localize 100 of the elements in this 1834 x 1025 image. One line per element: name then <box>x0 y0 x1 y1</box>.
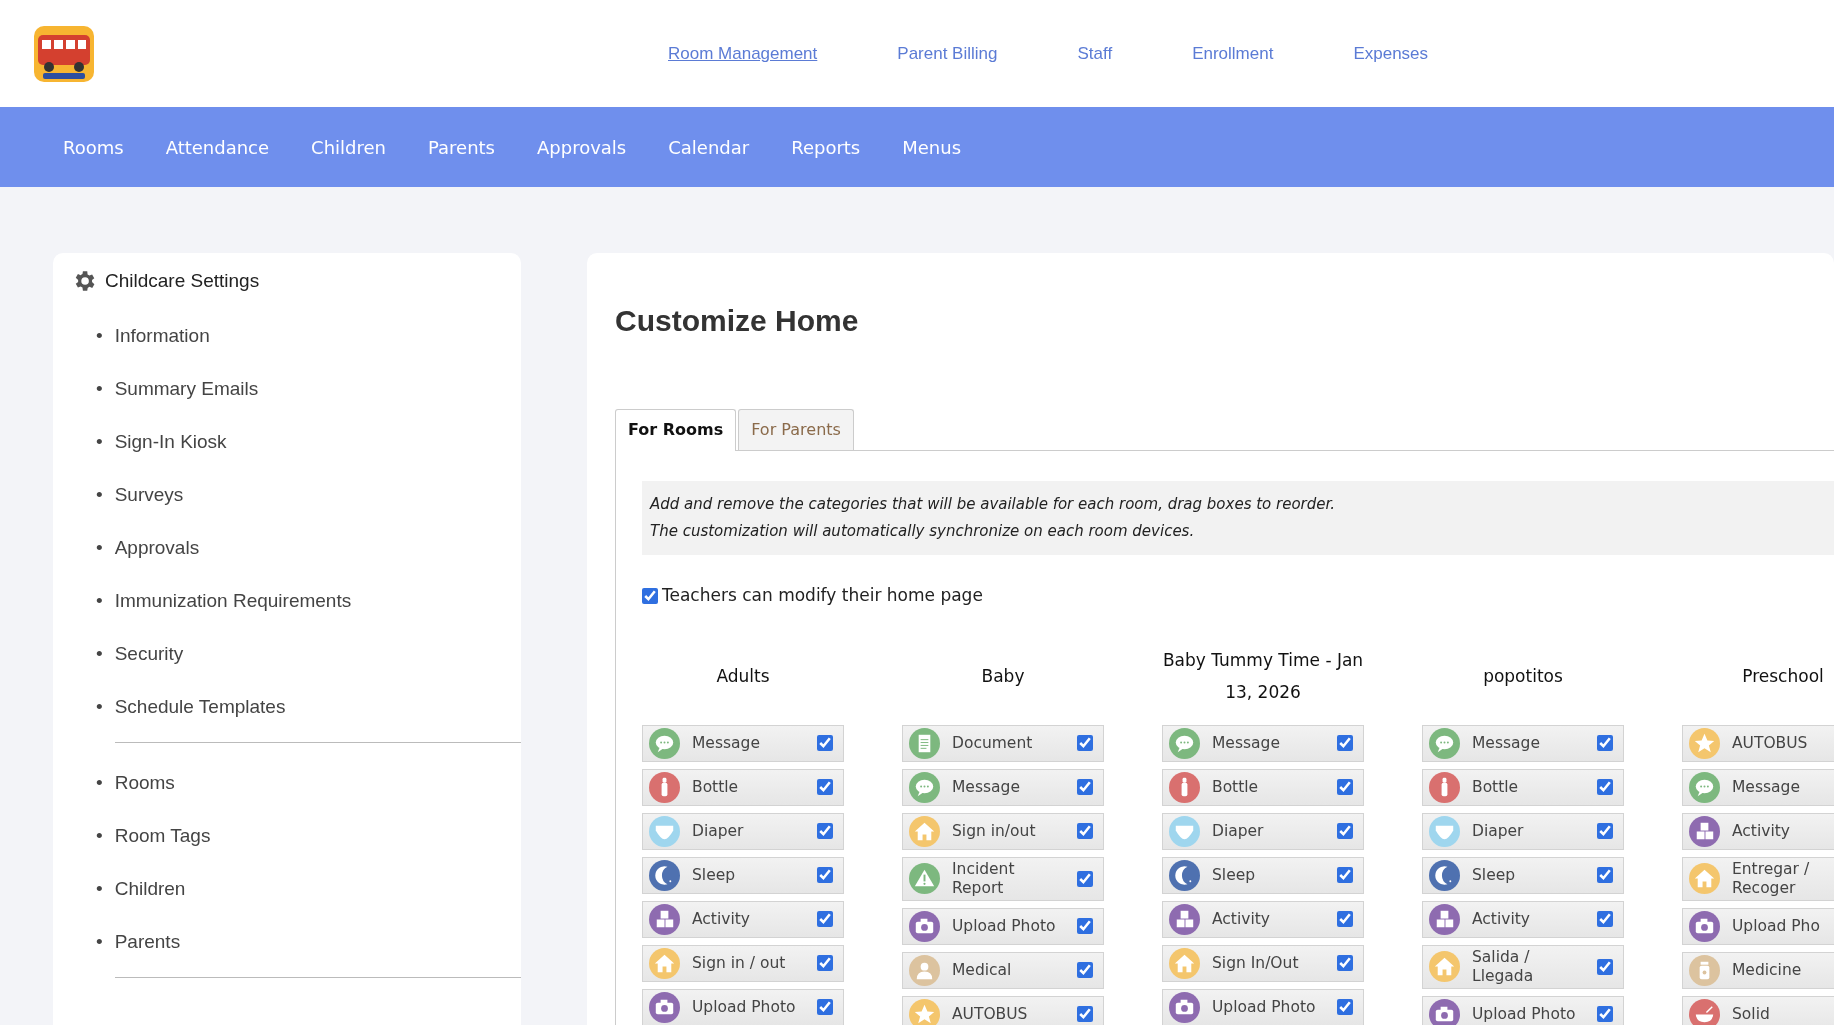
category-label: Message <box>1472 733 1541 753</box>
category-item[interactable]: Activity <box>642 900 844 938</box>
category-item[interactable]: Entregar / Recoger <box>1682 856 1834 901</box>
category-label: Activity <box>1472 909 1531 929</box>
category-item[interactable]: Bottle <box>1422 768 1624 806</box>
bullet: • <box>96 642 103 666</box>
sidebar-item[interactable]: Immunization Requirements <box>114 589 352 613</box>
category-label: Sleep <box>1212 865 1257 885</box>
nav-link[interactable]: Parent Billing <box>897 40 998 67</box>
bullet: • <box>96 695 103 719</box>
category-item[interactable]: Upload Photo <box>1162 988 1364 1025</box>
category-item[interactable]: Bottle <box>642 768 844 806</box>
category-label: Diaper <box>1212 821 1265 841</box>
category-label: AUTOBUS <box>1732 733 1809 753</box>
category-label: Entregar / Recoger <box>1732 859 1811 898</box>
category-item[interactable]: Diaper <box>1422 812 1624 850</box>
bullet: • <box>96 877 103 901</box>
category-item[interactable]: Sleep <box>642 856 844 894</box>
category-item[interactable]: Upload Photo <box>642 988 844 1025</box>
bullet: • <box>96 483 103 507</box>
category-item[interactable]: Upload Photo <box>902 907 1104 945</box>
category-label: Activity <box>1212 909 1271 929</box>
category-item[interactable]: Incident Report <box>902 856 1104 901</box>
category-item[interactable]: Diaper <box>1162 812 1364 850</box>
category-item[interactable]: Message <box>902 768 1104 806</box>
category-label: Sign in/out <box>952 821 1037 841</box>
category-item[interactable]: Sign in / out <box>642 944 844 982</box>
sidebar-item[interactable]: Parents <box>114 930 181 954</box>
sidebar-item[interactable]: Sign-In Kiosk <box>114 430 227 454</box>
category-item[interactable]: Solid <box>1682 995 1834 1025</box>
nav-link[interactable]: Room Management <box>668 40 818 67</box>
info-text: Add and remove the categories that will be available for each room, drag boxes to reorder. <box>650 494 1337 515</box>
room-title: Baby <box>980 664 1026 688</box>
sidebar-item[interactable]: Schedule Templates <box>114 695 286 719</box>
bullet: • <box>96 324 103 348</box>
category-label: Bottle <box>692 777 740 797</box>
room-title: popotitos <box>1482 664 1564 688</box>
category-item[interactable]: Salida / Llegada <box>1422 944 1624 989</box>
category-item[interactable]: Upload Pho <box>1682 907 1834 945</box>
category-label: Sleep <box>1472 865 1517 885</box>
nav-link[interactable]: Staff <box>1077 40 1113 67</box>
category-label: AUTOBUS <box>952 1004 1029 1024</box>
category-item[interactable]: Sign in/out <box>902 812 1104 850</box>
category-label: Medical <box>952 960 1013 980</box>
nav-link[interactable]: Enrollment <box>1192 40 1274 67</box>
bullet: • <box>96 377 103 401</box>
sidebar-item[interactable]: Security <box>114 642 184 666</box>
sidebar-item[interactable]: Information <box>114 324 210 348</box>
category-item[interactable]: AUTOBUS <box>1682 724 1834 762</box>
category-label: Message <box>952 777 1021 797</box>
sidebar-item[interactable]: Children <box>114 877 186 901</box>
category-item[interactable]: Medical <box>902 951 1104 989</box>
category-item[interactable]: Message <box>642 724 844 762</box>
bullet: • <box>96 589 103 613</box>
category-label: Message <box>1732 777 1801 797</box>
category-label: Bottle <box>1472 777 1520 797</box>
bullet: • <box>96 430 103 454</box>
category-item[interactable]: Activity <box>1682 812 1834 850</box>
sidebar-item[interactable]: Rooms <box>114 771 175 795</box>
category-label: Bottle <box>1212 777 1260 797</box>
category-label: Sign In/Out <box>1212 953 1300 973</box>
room-title: Adults <box>715 664 771 688</box>
category-item[interactable]: Sleep <box>1162 856 1364 894</box>
room-title: Baby Tummy Time - Jan 13, 2026 <box>1162 648 1364 704</box>
sidebar-item[interactable]: Summary Emails <box>114 377 259 401</box>
category-item[interactable]: Diaper <box>642 812 844 850</box>
category-item[interactable]: Sleep <box>1422 856 1624 894</box>
category-item[interactable]: Medicine <box>1682 951 1834 989</box>
category-label: Upload Photo <box>952 916 1057 936</box>
checkbox-label: Teachers can modify their home page <box>662 584 983 607</box>
sidebar-item[interactable]: Surveys <box>114 483 184 507</box>
category-label: Upload Photo <box>1212 997 1317 1017</box>
sidebar-title: Childcare Settings <box>105 269 260 293</box>
category-item[interactable]: Activity <box>1162 900 1364 938</box>
bullet: • <box>96 824 103 848</box>
category-label: Message <box>692 733 761 753</box>
category-item[interactable]: Document <box>902 724 1104 762</box>
sidebar-item[interactable]: Approvals <box>114 536 200 560</box>
nav-link[interactable]: Expenses <box>1353 40 1429 67</box>
category-label: Salida / Llegada <box>1472 947 1535 986</box>
room-title: Preschool <box>1741 664 1825 688</box>
category-label: Message <box>1212 733 1281 753</box>
bullet: • <box>96 930 103 954</box>
category-item[interactable]: Sign In/Out <box>1162 944 1364 982</box>
category-label: Sign in / out <box>692 953 787 973</box>
category-item[interactable]: Message <box>1162 724 1364 762</box>
category-label: Diaper <box>1472 821 1525 841</box>
category-item[interactable]: Bottle <box>1162 768 1364 806</box>
page-title: Customize Home <box>615 303 860 339</box>
category-item[interactable]: AUTOBUS <box>902 995 1104 1025</box>
category-item[interactable]: Upload Photo <box>1422 995 1624 1025</box>
category-item[interactable]: Message <box>1422 724 1624 762</box>
tab[interactable]: For Rooms <box>615 409 737 451</box>
tab[interactable]: For Parents <box>738 409 854 450</box>
category-item[interactable]: Activity <box>1422 900 1624 938</box>
category-label: Medicine <box>1732 960 1803 980</box>
sidebar-item[interactable]: Room Tags <box>114 824 211 848</box>
category-label: Activity <box>692 909 751 929</box>
category-label: Upload Pho <box>1732 916 1821 936</box>
category-item[interactable]: Message <box>1682 768 1834 806</box>
